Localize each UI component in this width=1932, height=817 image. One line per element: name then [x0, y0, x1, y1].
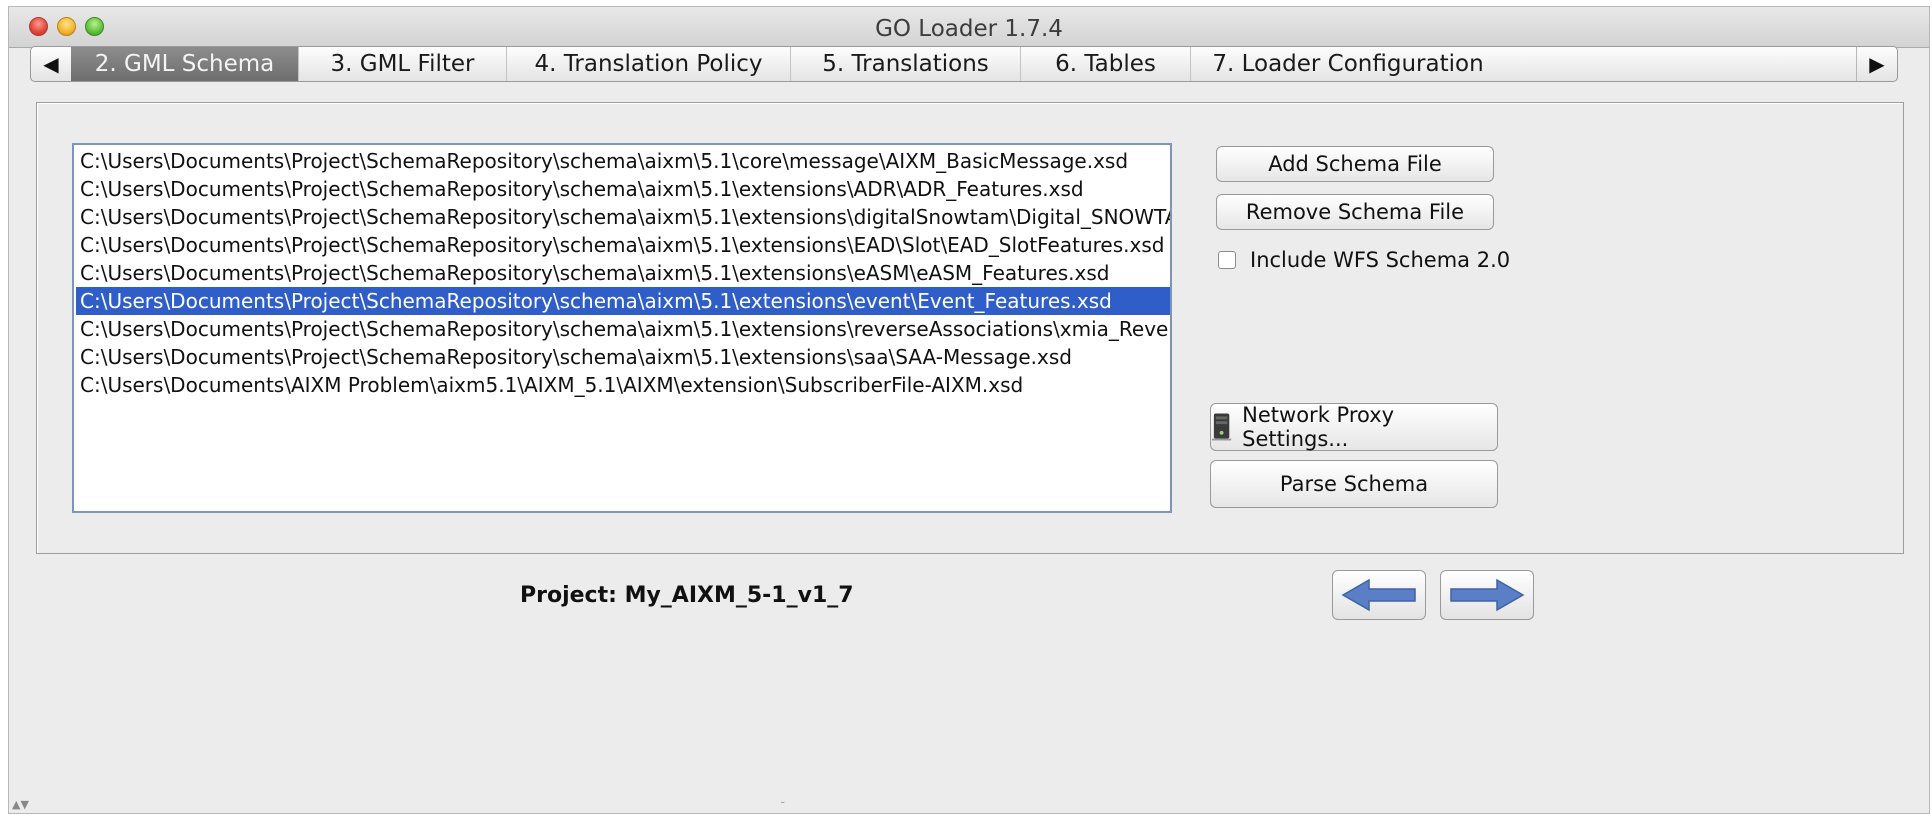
forward-button[interactable]: [1440, 570, 1534, 620]
tab-scroll-left-button[interactable]: ◀: [31, 47, 72, 81]
network-proxy-label: Network Proxy Settings...: [1242, 403, 1395, 451]
list-item[interactable]: C:\Users\Documents\Project\SchemaReposit…: [76, 147, 1170, 175]
include-wfs-label: Include WFS Schema 2.0: [1250, 248, 1511, 272]
tab-translation-policy[interactable]: 4. Translation Policy: [507, 47, 791, 81]
tab-gml-schema[interactable]: 2. GML Schema: [71, 47, 299, 81]
drag-handle-icon[interactable]: ˘: [780, 800, 786, 813]
schema-file-list[interactable]: C:\Users\Documents\Project\SchemaReposit…: [72, 143, 1172, 513]
title-bar: GO Loader 1.7.4: [9, 7, 1929, 48]
window-title: GO Loader 1.7.4: [875, 16, 1063, 42]
list-item[interactable]: C:\Users\Documents\Project\SchemaReposit…: [76, 231, 1170, 259]
include-wfs-checkbox[interactable]: [1218, 251, 1236, 269]
server-icon: [1211, 413, 1232, 441]
tab-scroll-right-button[interactable]: ▶: [1856, 47, 1897, 81]
list-item[interactable]: C:\Users\Documents\Project\SchemaReposit…: [76, 175, 1170, 203]
list-item-selected[interactable]: C:\Users\Documents\Project\SchemaReposit…: [76, 287, 1170, 315]
list-item[interactable]: C:\Users\Documents\AIXM Problem\aixm5.1\…: [76, 371, 1170, 399]
remove-schema-file-button[interactable]: Remove Schema File: [1216, 194, 1494, 230]
arrow-left-icon: [1341, 578, 1416, 612]
tab-gml-filter[interactable]: 3. GML Filter: [299, 47, 507, 81]
parse-schema-button[interactable]: Parse Schema: [1210, 460, 1498, 508]
list-item[interactable]: C:\Users\Documents\Project\SchemaReposit…: [76, 343, 1170, 371]
tab-bar: ◀ 2. GML Schema 3. GML Filter 4. Transla…: [30, 46, 1898, 82]
tab-translations[interactable]: 5. Translations: [791, 47, 1021, 81]
add-schema-file-button[interactable]: Add Schema File: [1216, 146, 1494, 182]
back-button[interactable]: [1332, 570, 1426, 620]
tab-tables[interactable]: 6. Tables: [1021, 47, 1191, 81]
resize-grip-icon: ▲▼: [12, 798, 29, 811]
network-proxy-settings-button[interactable]: Network Proxy Settings...: [1210, 403, 1498, 451]
include-wfs-schema-option[interactable]: Include WFS Schema 2.0: [1218, 246, 1510, 274]
project-label: Project: My_AIXM_5-1_v1_7: [520, 583, 854, 608]
list-item[interactable]: C:\Users\Documents\Project\SchemaReposit…: [76, 259, 1170, 287]
tab-loader-configuration[interactable]: 7. Loader Configuration: [1191, 47, 1505, 81]
arrow-right-icon: [1450, 578, 1525, 612]
list-item[interactable]: C:\Users\Documents\Project\SchemaReposit…: [76, 203, 1170, 231]
list-item[interactable]: C:\Users\Documents\Project\SchemaReposit…: [76, 315, 1170, 343]
